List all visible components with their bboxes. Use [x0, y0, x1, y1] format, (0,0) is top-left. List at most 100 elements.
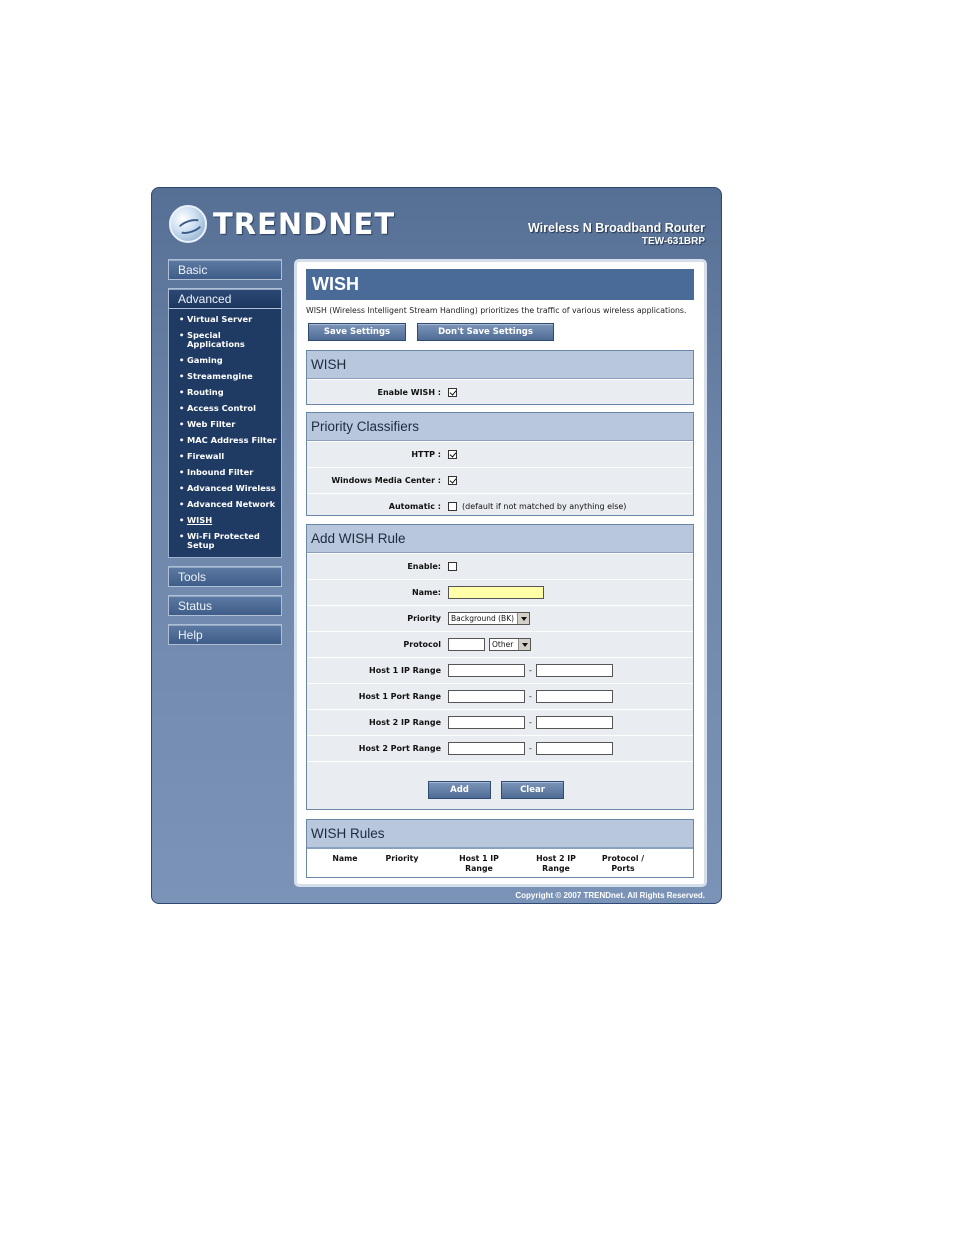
- host1-port-start-input[interactable]: [448, 690, 525, 703]
- chevron-down-icon: [518, 639, 530, 650]
- add-wish-rule-section: Add WISH Rule Enable: Name: Priority Bac…: [306, 524, 694, 810]
- nav-basic[interactable]: Basic: [168, 259, 282, 280]
- priority-select[interactable]: Background (BK): [448, 612, 530, 625]
- sidebar-item-wish[interactable]: • WISH: [169, 516, 281, 525]
- sidebar-item-inbound-filter[interactable]: • Inbound Filter: [169, 468, 281, 477]
- rule-enable-checkbox[interactable]: [448, 562, 457, 571]
- automatic-row: Automatic : (default if not matched by a…: [307, 493, 693, 519]
- advanced-submenu: • Virtual Server • Special Applications • G…: [168, 309, 282, 558]
- protocol-select[interactable]: Other: [489, 638, 531, 651]
- sidebar-item-firewall[interactable]: • Firewall: [169, 452, 281, 461]
- sidebar-item-advanced-network[interactable]: • Advanced Network: [169, 500, 281, 509]
- range-separator: -: [529, 744, 532, 753]
- copyright: Copyright © 2007 TRENDnet. All Rights Re…: [515, 891, 705, 900]
- save-settings-button[interactable]: Save Settings: [308, 323, 406, 341]
- host2-port-start-input[interactable]: [448, 742, 525, 755]
- automatic-checkbox[interactable]: [448, 502, 457, 511]
- sidebar-item-wifi-protected-setup[interactable]: • Wi-Fi Protected Setup: [169, 532, 281, 550]
- enable-wish-checkbox[interactable]: [448, 388, 457, 397]
- sidebar-item-gaming[interactable]: • Gaming: [169, 356, 281, 365]
- sidebar: Basic Advanced • Virtual Server • Special …: [168, 259, 282, 645]
- sidebar-item-mac-address-filter[interactable]: • MAC Address Filter: [169, 436, 281, 445]
- sidebar-item-virtual-server[interactable]: • Virtual Server: [169, 315, 281, 324]
- wish-section-heading: WISH: [307, 351, 693, 379]
- host1-ip-range-row: Host 1 IP Range -: [307, 657, 693, 683]
- trendnet-logo-icon: [169, 205, 207, 243]
- priority-label: Priority: [407, 614, 441, 623]
- main-content: WISH WISH (Wireless Intelligent Stream H…: [294, 259, 707, 887]
- host2-ip-start-input[interactable]: [448, 716, 525, 729]
- rule-enable-row: Enable:: [307, 553, 693, 579]
- nav-advanced[interactable]: Advanced: [168, 288, 282, 309]
- sidebar-item-advanced-wireless[interactable]: • Advanced Wireless: [169, 484, 281, 493]
- host2-ip-range-row: Host 2 IP Range -: [307, 709, 693, 735]
- wish-rules-table-header: Name Priority Host 1 IP Range Host 2 IP …: [307, 848, 693, 877]
- sidebar-item-special-applications[interactable]: • Special Applications: [169, 331, 281, 349]
- host2-ip-range-label: Host 2 IP Range: [369, 718, 441, 727]
- host2-port-range-label: Host 2 Port Range: [358, 744, 441, 753]
- wish-rules-heading: WISH Rules: [307, 820, 693, 848]
- windows-media-center-checkbox[interactable]: [448, 476, 457, 485]
- product-title: Wireless N Broadband Router: [527, 221, 705, 235]
- windows-media-center-label: Windows Media Center :: [331, 476, 441, 485]
- enable-wish-label: Enable WISH :: [377, 388, 441, 397]
- nav-help[interactable]: Help: [168, 624, 282, 645]
- host2-port-end-input[interactable]: [535, 742, 613, 755]
- windows-media-center-row: Windows Media Center :: [307, 467, 693, 493]
- model-number: TEW-631BRP: [641, 236, 705, 247]
- chevron-down-icon: [517, 613, 529, 624]
- nav-tools[interactable]: Tools: [168, 566, 282, 587]
- protocol-row: Protocol Other: [307, 631, 693, 657]
- host2-ip-end-input[interactable]: [535, 716, 613, 729]
- sidebar-item-streamengine[interactable]: • Streamengine: [169, 372, 281, 381]
- priority-select-value: Background (BK): [451, 614, 515, 623]
- router-frame: TRENDNET Wireless N Broadband Router TEW…: [151, 187, 722, 904]
- column-host2-ip-range: Host 2 IP Range: [536, 854, 576, 873]
- http-checkbox[interactable]: [448, 450, 457, 459]
- sidebar-item-web-filter[interactable]: • Web Filter: [169, 420, 281, 429]
- rule-name-input[interactable]: [448, 586, 544, 599]
- column-name: Name: [332, 854, 358, 863]
- rule-name-row: Name:: [307, 579, 693, 605]
- dont-save-settings-button[interactable]: Don't Save Settings: [417, 323, 554, 341]
- column-priority: Priority: [385, 854, 419, 863]
- column-host1-ip-range: Host 1 IP Range: [459, 854, 499, 873]
- column-protocol-ports: Protocol / Ports: [601, 854, 645, 873]
- host1-ip-range-label: Host 1 IP Range: [369, 666, 441, 675]
- host1-port-end-input[interactable]: [535, 690, 613, 703]
- protocol-label: Protocol: [403, 640, 441, 649]
- sidebar-item-access-control[interactable]: • Access Control: [169, 404, 281, 413]
- http-row: HTTP :: [307, 441, 693, 467]
- clear-rule-button[interactable]: Clear: [501, 781, 564, 799]
- page-description: WISH (Wireless Intelligent Stream Handli…: [306, 306, 687, 315]
- add-rule-button[interactable]: Add: [428, 781, 491, 799]
- host1-port-range-row: Host 1 Port Range -: [307, 683, 693, 709]
- nav-status[interactable]: Status: [168, 595, 282, 616]
- protocol-number-input[interactable]: [448, 638, 485, 651]
- wish-rules-section: WISH Rules Name Priority Host 1 IP Range…: [306, 819, 694, 878]
- host1-ip-end-input[interactable]: [535, 664, 613, 677]
- rule-name-label: Name:: [411, 588, 441, 597]
- enable-wish-row: Enable WISH :: [307, 379, 693, 405]
- range-separator: -: [529, 692, 532, 701]
- host1-ip-start-input[interactable]: [448, 664, 525, 677]
- range-separator: -: [529, 666, 532, 675]
- trendnet-logo: TRENDNET: [169, 204, 395, 244]
- priority-classifiers-heading: Priority Classifiers: [307, 413, 693, 441]
- protocol-select-value: Other: [492, 640, 514, 649]
- priority-classifiers-section: Priority Classifiers HTTP : Windows Medi…: [306, 412, 694, 516]
- brand-name: TRENDNET: [213, 207, 396, 241]
- http-label: HTTP :: [411, 450, 441, 459]
- host1-port-range-label: Host 1 Port Range: [358, 692, 441, 701]
- range-separator: -: [529, 718, 532, 727]
- add-wish-rule-heading: Add WISH Rule: [307, 525, 693, 553]
- rule-enable-label: Enable:: [407, 562, 441, 571]
- automatic-note: (default if not matched by anything else…: [462, 502, 627, 511]
- sidebar-item-routing[interactable]: • Routing: [169, 388, 281, 397]
- add-rule-actions: Add Clear: [307, 761, 693, 818]
- wish-section: WISH Enable WISH :: [306, 350, 694, 405]
- priority-row: Priority Background (BK): [307, 605, 693, 631]
- page-title: WISH: [306, 269, 694, 300]
- automatic-label: Automatic :: [388, 502, 441, 511]
- host2-port-range-row: Host 2 Port Range -: [307, 735, 693, 761]
